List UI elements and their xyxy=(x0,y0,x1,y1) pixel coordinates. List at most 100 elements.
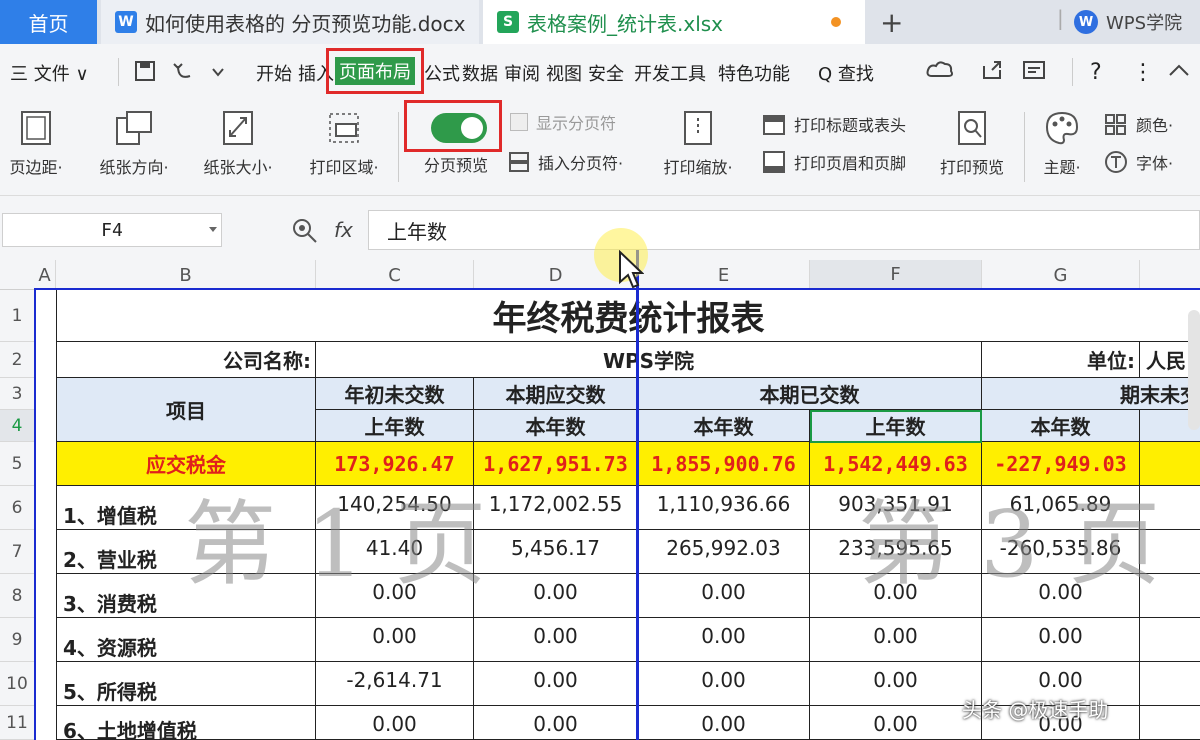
menu-view[interactable]: 视图 xyxy=(546,60,582,86)
menu-review[interactable]: 审阅 xyxy=(504,60,540,86)
search-button[interactable]: Q 查找 xyxy=(818,60,874,86)
table-cell[interactable]: 0.00 xyxy=(982,618,1140,662)
subheader-e[interactable]: 本年数 xyxy=(638,410,810,442)
paper-size-button[interactable]: 纸张大小· xyxy=(196,110,280,178)
table-cell[interactable]: -2,614.71 xyxy=(316,662,474,706)
total-value[interactable]: 1,855,900.76 xyxy=(638,442,810,486)
worksheet[interactable]: 年终税费统计报表 公司名称: WPS学院 单位: 人民 项目 年初未交数 本期应… xyxy=(34,290,1200,740)
header-current-paid[interactable]: 本期已交数 xyxy=(638,378,982,410)
table-cell[interactable]: 0.00 xyxy=(982,574,1140,618)
print-preview-button[interactable]: 打印预览 xyxy=(932,110,1012,178)
table-cell[interactable]: 0.00 xyxy=(474,618,638,662)
fonts-button[interactable]: 字体· xyxy=(1104,150,1173,174)
file-menu[interactable]: 三 文件 ∨ xyxy=(10,60,89,86)
row-header[interactable]: 2 xyxy=(0,342,34,378)
show-page-breaks-checkbox[interactable]: 显示分页符 xyxy=(510,110,616,134)
new-tab-button[interactable]: + xyxy=(880,6,903,39)
undo-icon[interactable] xyxy=(172,60,194,82)
menu-formulas[interactable]: 公式 xyxy=(424,60,460,86)
header-beginning-unpaid[interactable]: 年初未交数 xyxy=(316,378,474,410)
orientation-button[interactable]: 纸张方向· xyxy=(92,110,176,178)
tax-item-label[interactable]: 3、消费税 xyxy=(56,574,316,618)
table-cell[interactable]: 0.00 xyxy=(638,574,810,618)
row-header[interactable]: 10 xyxy=(0,662,34,706)
menu-page-layout-highlight[interactable]: 页面布局 xyxy=(326,48,424,94)
table-cell[interactable]: 0.00 xyxy=(638,706,810,740)
table-cell[interactable]: 5,456.17 xyxy=(474,530,638,574)
table-cell[interactable]: 1,110,936.66 xyxy=(638,486,810,530)
tax-item-label[interactable]: 6、土地增值税 xyxy=(56,706,316,740)
menu-start[interactable]: 开始 xyxy=(256,60,292,86)
tax-item-label[interactable]: 5、所得税 xyxy=(56,662,316,706)
header-footer-button[interactable]: 打印页眉和页脚 xyxy=(762,150,906,174)
row-header[interactable]: 6 xyxy=(0,486,34,530)
fx-icon[interactable]: fx xyxy=(334,218,353,242)
tax-item-label[interactable]: 1、增值税 xyxy=(56,486,316,530)
subheader-c[interactable]: 上年数 xyxy=(316,410,474,442)
unit-label[interactable]: 单位: xyxy=(982,342,1140,378)
table-cell[interactable] xyxy=(1140,706,1200,740)
table-cell[interactable]: 0.00 xyxy=(638,662,810,706)
total-value[interactable]: 1,542,449.63 xyxy=(810,442,982,486)
table-cell[interactable]: 233,595.65 xyxy=(810,530,982,574)
row-header[interactable]: 3 xyxy=(0,378,34,410)
page-break-preview-highlight[interactable] xyxy=(404,100,502,152)
insert-page-break-button[interactable]: 插入分页符· xyxy=(508,150,623,174)
total-value[interactable] xyxy=(1140,442,1200,486)
print-scaling-button[interactable]: 打印缩放· xyxy=(654,110,742,178)
row-header[interactable]: 4 xyxy=(0,410,34,442)
table-cell[interactable] xyxy=(1140,530,1200,574)
table-cell[interactable] xyxy=(1140,574,1200,618)
vertical-scrollbar[interactable] xyxy=(1188,310,1200,430)
formula-input[interactable]: 上年数 xyxy=(368,210,1200,250)
more-icon[interactable]: ⋮ xyxy=(1132,60,1154,85)
table-cell[interactable]: 0.00 xyxy=(638,618,810,662)
tab-home[interactable]: 首页 xyxy=(0,0,97,44)
column-header-c[interactable]: C xyxy=(316,260,474,290)
table-cell[interactable]: 0.00 xyxy=(474,706,638,740)
total-label[interactable]: 应交税金 xyxy=(56,442,316,486)
column-header-f[interactable]: F xyxy=(810,260,982,290)
table-cell[interactable]: 265,992.03 xyxy=(638,530,810,574)
tax-item-label[interactable]: 4、资源税 xyxy=(56,618,316,662)
header-current-due[interactable]: 本期应交数 xyxy=(474,378,638,410)
menu-security[interactable]: 安全 xyxy=(588,60,624,86)
table-cell[interactable] xyxy=(1140,486,1200,530)
margins-button[interactable]: 页边距· xyxy=(4,110,68,178)
print-area-button[interactable]: 打印区域· xyxy=(300,110,388,178)
tax-item-label[interactable]: 2、营业税 xyxy=(56,530,316,574)
page-break-line[interactable] xyxy=(636,250,639,740)
row-header[interactable]: 7 xyxy=(0,530,34,574)
row-header[interactable]: 5 xyxy=(0,442,34,486)
total-value[interactable]: -227,949.03 xyxy=(982,442,1140,486)
page-break-preview-toggle[interactable] xyxy=(431,113,487,143)
subheader-g[interactable]: 本年数 xyxy=(982,410,1140,442)
theme-button[interactable]: 主题· xyxy=(1034,110,1090,178)
active-cell-f4[interactable] xyxy=(810,410,982,443)
table-cell[interactable]: 0.00 xyxy=(810,574,982,618)
row-header[interactable]: 1 xyxy=(0,290,34,342)
tab-spreadsheet[interactable]: S 表格案例_统计表.xlsx xyxy=(483,0,865,44)
table-cell[interactable]: 0.00 xyxy=(316,618,474,662)
header-ending-unpaid[interactable]: 期末未交 xyxy=(982,378,1200,410)
column-header-e[interactable]: E xyxy=(638,260,810,290)
total-value[interactable]: 173,926.47 xyxy=(316,442,474,486)
help-icon[interactable]: ? xyxy=(1090,60,1102,85)
table-cell[interactable]: 140,254.50 xyxy=(316,486,474,530)
company-name[interactable]: WPS学院 xyxy=(316,342,982,378)
menu-page-layout[interactable]: 页面布局 xyxy=(335,57,415,85)
column-header-b[interactable]: B xyxy=(56,260,316,290)
menu-data[interactable]: 数据 xyxy=(462,60,498,86)
print-titles-button[interactable]: 打印标题或表头 xyxy=(762,112,906,136)
subheader-d[interactable]: 本年数 xyxy=(474,410,638,442)
colors-button[interactable]: 颜色· xyxy=(1104,112,1173,136)
table-cell[interactable] xyxy=(1140,662,1200,706)
table-cell[interactable]: 41.40 xyxy=(316,530,474,574)
table-cell[interactable]: 0.00 xyxy=(316,706,474,740)
row-header[interactable]: 11 xyxy=(0,706,34,740)
table-cell[interactable]: 61,065.89 xyxy=(982,486,1140,530)
menu-developer[interactable]: 开发工具 xyxy=(634,60,706,86)
table-cell[interactable]: 0.00 xyxy=(474,574,638,618)
tab-document[interactable]: W 如何使用表格的 分页预览功能.docx xyxy=(101,0,479,44)
table-cell[interactable]: 1,172,002.55 xyxy=(474,486,638,530)
